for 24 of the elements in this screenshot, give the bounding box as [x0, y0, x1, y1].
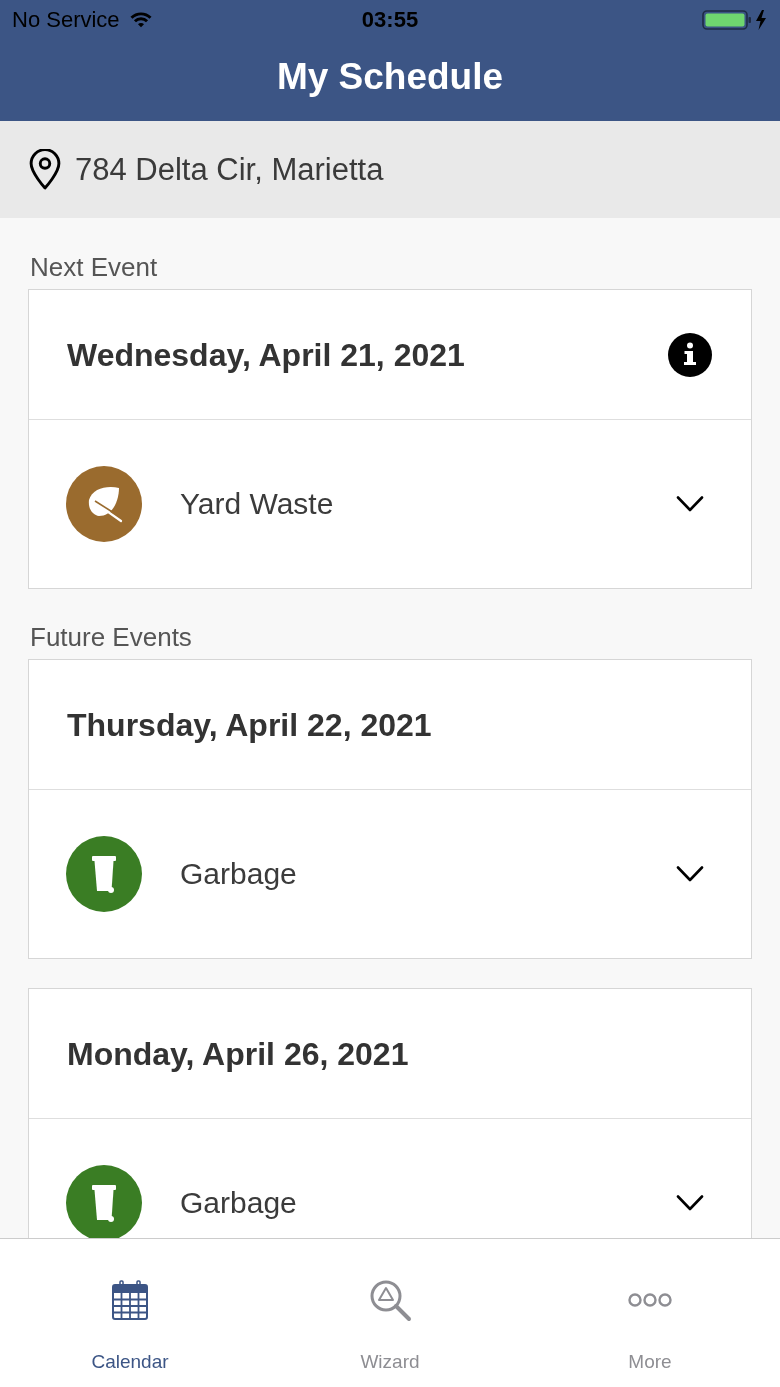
event-type-label: Garbage	[180, 1185, 297, 1221]
battery-charging-icon	[702, 9, 768, 31]
chevron-down-icon[interactable]	[676, 496, 704, 512]
time-label: 03:55	[361, 6, 419, 34]
address-label: 784 Delta Cir, Marietta	[75, 150, 384, 189]
chevron-down-icon[interactable]	[676, 1195, 704, 1211]
event-type-label: Yard Waste	[180, 486, 334, 522]
event-type-label: Garbage	[180, 856, 297, 892]
section-label: Next Event	[30, 252, 159, 282]
event-date: Monday, April 26, 2021	[67, 1034, 409, 1074]
event-date: Wednesday, April 21, 2021	[67, 335, 465, 375]
location-bar[interactable]: 784 Delta Cir, Marietta	[0, 121, 780, 218]
magnifier-icon	[368, 1278, 412, 1322]
info-icon[interactable]	[668, 332, 712, 377]
carrier-label: No Service	[12, 6, 120, 34]
chevron-down-icon[interactable]	[676, 866, 704, 882]
wifi-icon	[129, 12, 152, 28]
calendar-icon	[112, 1280, 148, 1320]
location-pin-icon	[29, 149, 61, 190]
more-icon	[628, 1293, 672, 1307]
screen-title: My Schedule	[276, 54, 504, 99]
event-date: Thursday, April 22, 2021	[67, 705, 432, 745]
section-label: Future Events	[30, 622, 193, 652]
tab-button[interactable]: Calendar	[0, 1239, 260, 1387]
